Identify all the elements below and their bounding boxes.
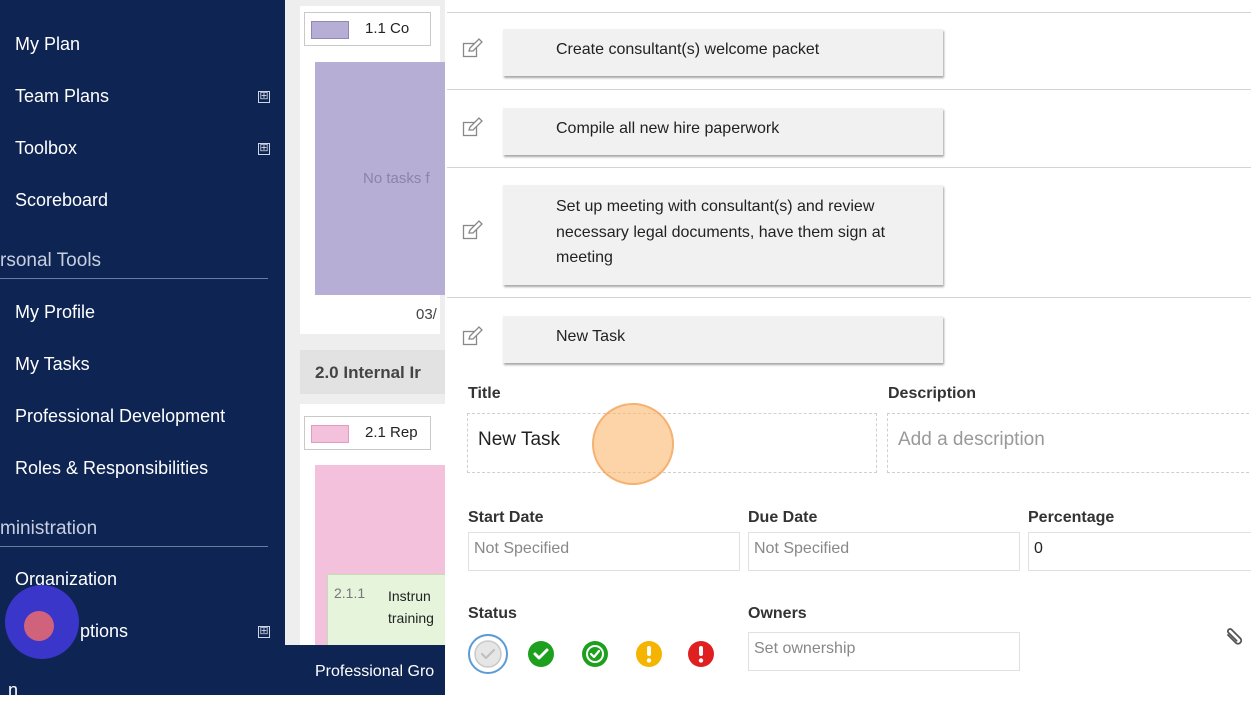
record-dot-icon [24,611,54,641]
status-complete-icon[interactable] [528,641,554,667]
nav-toolbox[interactable]: Toolbox [15,138,77,159]
start-date-value: Not Specified [474,540,570,557]
status-critical-icon[interactable] [688,641,714,667]
percentage-value: 0 [1034,540,1043,557]
subtask-number: 2.1.1 [334,585,366,601]
owners-placeholder: Set ownership [754,640,856,657]
plan-item-label: 2.1 Rep [365,424,418,441]
task-area: No tasks f [315,62,445,295]
status-on-track-icon[interactable] [582,641,608,667]
edit-icon[interactable] [462,38,484,58]
footer-text: Professional Gro [315,663,435,680]
row-divider [447,12,1251,13]
nav-options[interactable]: ptions [80,621,128,642]
description-placeholder: Add a description [898,429,1045,450]
row-divider [447,89,1251,90]
title-label: Title [468,385,501,402]
task-item[interactable]: Create consultant(s) welcome packet [503,29,943,76]
description-input[interactable]: Add a description [887,413,1251,473]
nav-partial-item[interactable]: n [8,680,18,701]
nav-my-tasks[interactable]: My Tasks [15,354,90,375]
percentage-field[interactable]: 0 [1028,532,1251,571]
status-warning-icon[interactable] [636,641,662,667]
click-indicator [592,403,674,485]
options-expand-icon[interactable]: ⊞ [258,626,270,638]
nav-my-plan[interactable]: My Plan [15,34,80,55]
nav-my-profile[interactable]: My Profile [15,302,95,323]
color-swatch [311,425,349,443]
task-title: Compile all new hire paperwork [556,120,780,137]
due-date-label: Due Date [748,509,818,526]
floating-action-button[interactable] [5,585,79,659]
team-plans-expand-icon[interactable]: ⊞ [258,91,270,103]
section-header[interactable]: 2.0 Internal Ir [300,350,445,394]
section-title: 2.0 Internal Ir [315,363,421,382]
owners-field[interactable]: Set ownership [748,632,1020,671]
paperclip-icon[interactable] [1222,625,1246,649]
title-input-value: New Task [478,429,561,450]
subtask-text: Instrun training [388,588,434,626]
plan-item-tag[interactable]: 1.1 Co [304,12,431,46]
sidebar: My Plan Team Plans ⊞ Toolbox ⊞ Scoreboar… [0,0,285,700]
due-date-field[interactable]: Not Specified [748,532,1020,571]
section-divider [0,546,268,547]
status-label: Status [468,605,517,622]
task-title: Set up meeting with consultant(s) and re… [556,198,886,266]
plan-board: 1.1 Co No tasks f 03/ 2.0 Internal Ir 2.… [285,0,445,645]
color-swatch [311,21,349,39]
nav-roles-responsibilities[interactable]: Roles & Responsibilities [15,458,208,479]
edit-icon[interactable] [462,220,484,240]
nav-professional-development[interactable]: Professional Development [15,406,225,427]
status-not-started-icon[interactable] [467,633,509,675]
plan-item-label: 1.1 Co [365,20,410,37]
description-label: Description [888,385,977,402]
task-item[interactable]: Compile all new hire paperwork [503,108,943,155]
toolbox-expand-icon[interactable]: ⊞ [258,143,270,155]
plan-item-tag[interactable]: 2.1 Rep [304,416,431,450]
row-divider [447,167,1251,168]
section-divider [0,278,268,279]
task-title: Create consultant(s) welcome packet [556,41,820,58]
date-text: 03/ [416,306,437,323]
start-date-label: Start Date [468,509,544,526]
nav-scoreboard[interactable]: Scoreboard [15,190,108,211]
edit-icon[interactable] [462,326,484,346]
start-date-field[interactable]: Not Specified [468,532,740,571]
no-tasks-text: No tasks f [363,170,430,187]
task-item[interactable]: New Task [503,316,943,363]
footer-bar: Professional Gro [285,645,445,695]
section-administration: ministration [0,518,98,539]
subtask-card[interactable]: 2.1.1 Instrun training [327,574,445,645]
due-date-value: Not Specified [754,540,850,557]
section-personal-tools: rsonal Tools [0,250,102,271]
owners-label: Owners [748,605,807,622]
task-item[interactable]: Set up meeting with consultant(s) and re… [503,185,943,285]
percentage-label: Percentage [1028,509,1115,526]
row-divider [447,297,1251,298]
edit-icon[interactable] [462,117,484,137]
task-title: New Task [556,328,626,345]
nav-team-plans[interactable]: Team Plans [15,86,109,107]
